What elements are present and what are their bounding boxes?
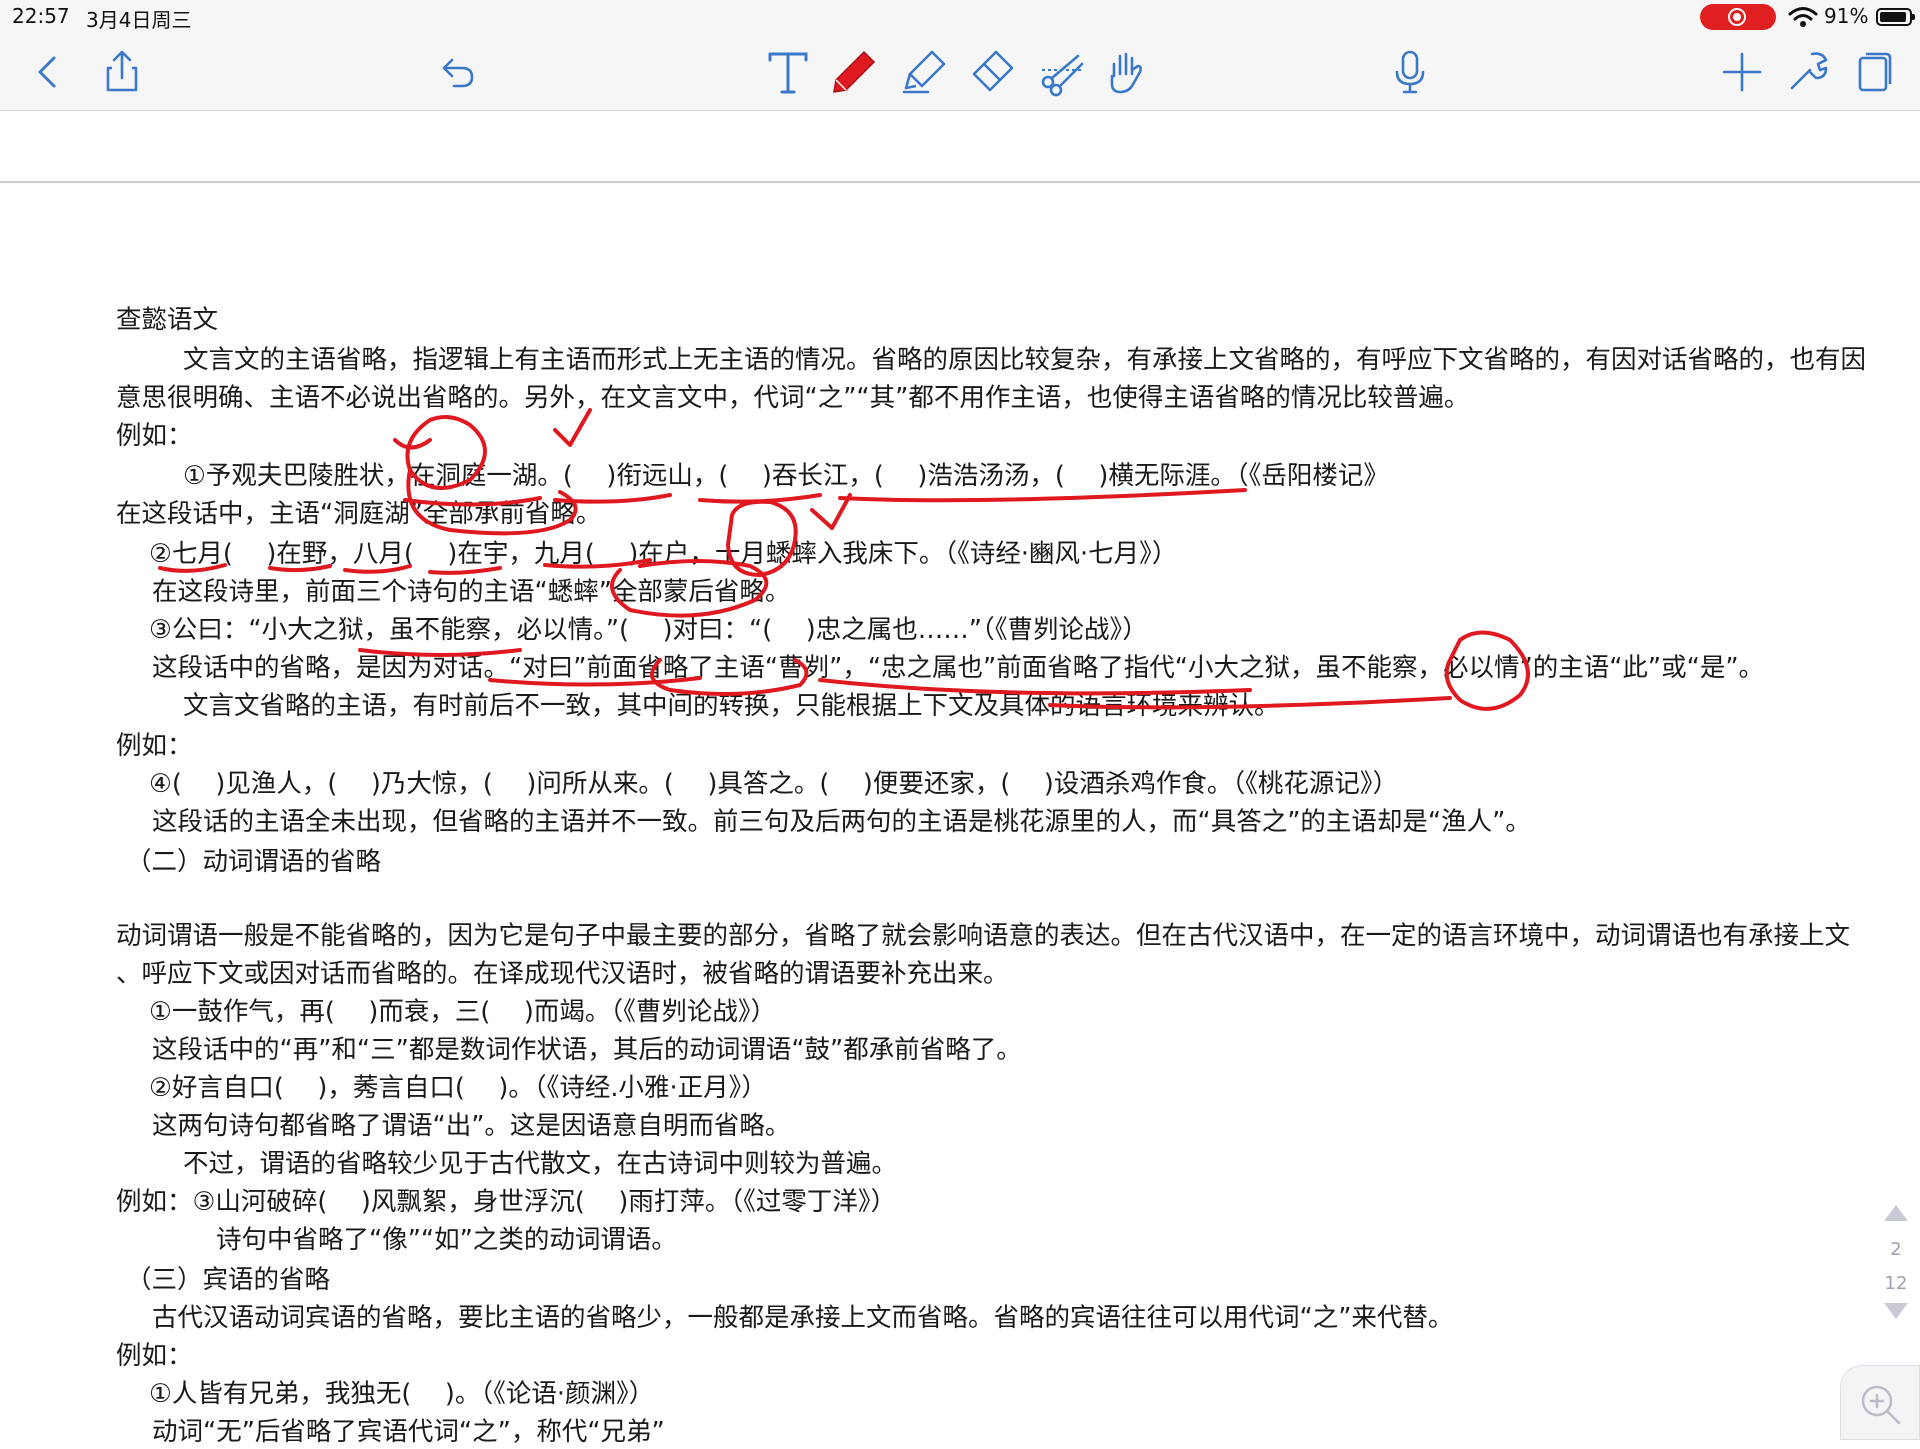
page-up-icon[interactable]	[1884, 1205, 1908, 1221]
status-time: 22:57	[12, 4, 70, 28]
doc-line: 、呼应下文或因对话而省略的。在译成现代汉语时，被省略的谓语要补充出来。	[116, 959, 1009, 989]
back-icon	[38, 56, 56, 88]
section-heading: （二）动词谓语的省略	[126, 847, 382, 877]
microphone-icon	[1395, 50, 1425, 94]
microphone-button[interactable]	[1384, 46, 1436, 98]
record-icon	[1728, 8, 1746, 26]
highlighter-tool-button[interactable]	[898, 46, 950, 98]
tools-icon	[1790, 52, 1828, 90]
doc-line: ③公曰：“小大之狱，虽不能察，必以情。”( )对曰：“( )忠之属也……”（《曹…	[149, 615, 1148, 645]
wifi-icon	[1788, 7, 1818, 27]
pen-tool-icon	[833, 50, 876, 93]
hand-tool-button[interactable]	[1100, 46, 1152, 98]
total-pages: 12	[1884, 1273, 1908, 1294]
doc-line: ①予观夫巴陵胜状，在洞庭一湖。( )衔远山，( )吞长江，( )浩浩汤汤，( )…	[183, 461, 1389, 491]
doc-line: 诗句中省略了“像”“如”之类的动词谓语。	[216, 1225, 677, 1255]
text-tool-icon	[768, 52, 808, 94]
hand-icon	[1110, 52, 1142, 94]
doc-line: 例如：	[116, 731, 193, 761]
pen-tool-button[interactable]	[828, 46, 880, 98]
doc-line: 意思很明确、主语不必说出省略的。另外，在文言文中，代词“之”“其”都不用作主语，…	[116, 383, 1470, 413]
battery-icon	[1876, 8, 1915, 26]
document-page[interactable]: 查懿语文 文言文的主语省略，指逻辑上有主语而形式上无主语的情况。省略的原因比较复…	[0, 183, 1920, 1447]
zoom-button[interactable]	[1840, 1365, 1920, 1440]
pages-button[interactable]	[1848, 46, 1900, 98]
doc-line: 例如：③山河破碎( )风飘絮，身世浮沉( )雨打萍。（《过零丁洋》）	[116, 1187, 897, 1217]
doc-line: 动词谓语一般是不能省略的，因为它是句子中最主要的部分，省略了就会影响语意的表达。…	[116, 921, 1851, 951]
doc-line: 动词“无”后省略了宾语代词“之”，称代“兄弟”	[152, 1417, 665, 1447]
doc-line: 例如：	[116, 421, 193, 451]
share-icon	[106, 50, 138, 92]
doc-line: 古代汉语动词宾语的省略，要比主语的省略少，一般都是承接上文而省略。省略的宾语往往…	[152, 1303, 1454, 1333]
doc-line: ①一鼓作气，再( )而衰，三( )而竭。（《曹刿论战》）	[149, 997, 777, 1027]
eraser-tool-button[interactable]	[966, 46, 1018, 98]
highlighter-icon	[902, 50, 946, 94]
screen-recording-indicator[interactable]	[1700, 4, 1776, 30]
status-date: 3月4日周三	[86, 8, 192, 32]
undo-icon	[442, 58, 474, 88]
zoom-icon	[1861, 1385, 1901, 1425]
doc-line: ①人皆有兄弟，我独无( )。（《论语·颜渊》）	[149, 1379, 655, 1409]
text-tool-button[interactable]	[762, 46, 814, 98]
page-header-strip	[0, 111, 1920, 183]
doc-line: 这两句诗句都省略了谓语“出”。这是因语意自明而省略。	[152, 1111, 791, 1141]
doc-line: 在这段话中，主语“洞庭湖”全部承前省略。	[116, 499, 602, 529]
doc-title: 查懿语文	[116, 305, 219, 335]
doc-line: 文言文的主语省略，指逻辑上有主语而形式上无主语的情况。省略的原因比较复杂，有承接…	[183, 345, 1867, 375]
section-heading: （三）宾语的省略	[126, 1265, 331, 1295]
current-page: 2	[1890, 1239, 1902, 1260]
doc-line: 不过，谓语的省略较少见于古代散文，在古诗词中则较为普遍。	[183, 1149, 898, 1179]
doc-line: 这段话的主语全未出现，但省略的主语并不一致。前三句及后两句的主语是桃花源里的人，…	[152, 807, 1531, 837]
add-icon	[1722, 52, 1762, 92]
pages-icon	[1858, 52, 1892, 92]
eraser-icon	[972, 50, 1014, 92]
page-indicator[interactable]: 2 12	[1876, 1205, 1916, 1325]
doc-line: 例如：	[116, 1341, 193, 1371]
battery-percent: 91%	[1824, 4, 1869, 28]
back-button[interactable]	[22, 46, 74, 98]
toolbar	[0, 34, 1920, 111]
lasso-tool-button[interactable]	[1036, 46, 1088, 98]
tools-button[interactable]	[1782, 46, 1834, 98]
status-bar: 22:57 3月4日周三 91%	[0, 0, 1920, 34]
doc-line: ②好言自口( )，莠言自口( )。（《诗经.小雅·正月》）	[149, 1073, 767, 1103]
add-button[interactable]	[1716, 46, 1768, 98]
doc-line: ④( )见渔人，( )乃大惊，( )问所从来。( )具答之。( )便要还家，( …	[149, 769, 1399, 799]
undo-button[interactable]	[430, 46, 482, 98]
lasso-icon	[1041, 54, 1084, 97]
page-down-icon[interactable]	[1884, 1303, 1908, 1319]
doc-line: 这段话中的省略，是因为对话。“对曰”前面省略了主语“曹刿”，“忠之属也”前面省略…	[152, 653, 1765, 683]
share-button[interactable]	[96, 46, 148, 98]
doc-line: 这段话中的“再”和“三”都是数词作状语，其后的动词谓语“鼓”都承前省略了。	[152, 1035, 1022, 1065]
doc-line: 文言文省略的主语，有时前后不一致，其中间的转换，只能根据上下文及具体的语言环境来…	[183, 691, 1280, 721]
doc-line: ②七月( )在野，八月( )在宇，九月( )在户，十月蟋蟀入我床下。（《诗经·豳…	[149, 539, 1178, 569]
doc-line: 在这段诗里，前面三个诗句的主语“蟋蟀”全部蒙后省略。	[152, 577, 791, 607]
